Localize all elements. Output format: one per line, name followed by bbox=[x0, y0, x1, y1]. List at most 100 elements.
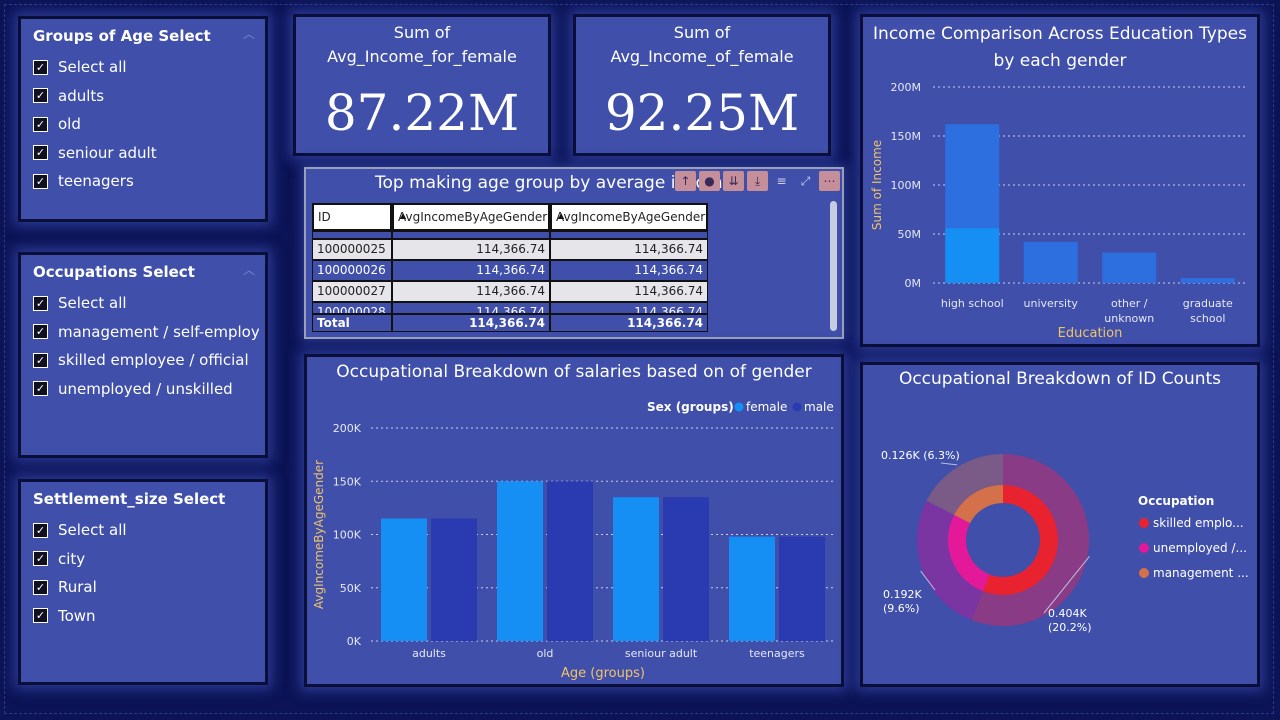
chevron-up-icon[interactable]: ︿ bbox=[243, 261, 255, 278]
visual-toolbar: ↑ ● ⇊ ⤓ ≡ ⤢ ⋯ bbox=[675, 171, 840, 191]
bar-female bbox=[381, 518, 427, 641]
y-axis-label: Sum of Income bbox=[870, 140, 884, 230]
checkbox-checked-icon[interactable]: ✓ bbox=[33, 381, 48, 397]
y-axis-label: AvgIncomeByAgeGender bbox=[312, 460, 326, 609]
age-group-table-visual[interactable]: Top making age group by average income ↑… bbox=[304, 167, 844, 339]
focus-mode-icon[interactable]: ⤢ bbox=[795, 171, 816, 191]
chevron-up-icon[interactable]: ︿ bbox=[243, 25, 255, 42]
slicer-item-town[interactable]: ✓ Town bbox=[33, 602, 259, 631]
y-tick-label: 200M bbox=[891, 81, 922, 94]
slicer-item-management[interactable]: ✓ management / self-employ... bbox=[33, 318, 259, 347]
slicer-item-select-all[interactable]: ✓ Select all bbox=[33, 53, 259, 82]
checkbox-checked-icon[interactable]: ✓ bbox=[33, 324, 48, 340]
sort-ascending-icon[interactable]: ▲ bbox=[400, 205, 406, 228]
checkbox-checked-icon[interactable]: ✓ bbox=[33, 579, 48, 595]
bar-male bbox=[547, 481, 593, 641]
vertical-scrollbar[interactable] bbox=[830, 201, 837, 331]
slicer-item-skilled[interactable]: ✓ skilled employee / official bbox=[33, 346, 259, 375]
legend-marker bbox=[734, 402, 744, 412]
slicer-item-old[interactable]: ✓ old bbox=[33, 110, 259, 139]
sort-ascending-icon[interactable]: ▲ bbox=[558, 205, 564, 228]
table-header-row: ID AvgIncomeByAgeGender ▲ AvgIncomeByAgeG… bbox=[312, 203, 710, 231]
data-label: 0.404K bbox=[1048, 607, 1087, 620]
salary-by-age-chart[interactable]: Occupational Breakdown of salaries based… bbox=[304, 354, 844, 687]
table-row[interactable]: 100000026 114,366.74 114,366.74 bbox=[312, 260, 710, 281]
checkbox-checked-icon[interactable]: ✓ bbox=[33, 59, 48, 75]
legend-label: male bbox=[804, 400, 834, 414]
education-income-chart[interactable]: Income Comparison Across Education Types… bbox=[860, 14, 1260, 347]
x-tick-label: adults bbox=[412, 647, 446, 660]
data-label: (9.6%) bbox=[883, 602, 920, 615]
kpi-card-female-income[interactable]: Sum of Avg_Income_for_female 87.22M bbox=[293, 14, 551, 156]
settlement-size-slicer[interactable]: Settlement_size Select ✓ Select all ✓ city… bbox=[18, 479, 268, 685]
bar-male bbox=[663, 497, 709, 641]
checkbox-checked-icon[interactable]: ✓ bbox=[33, 551, 48, 567]
checkbox-checked-icon[interactable]: ✓ bbox=[33, 88, 48, 104]
table-row[interactable]: 100000027 114,366.74 114,366.74 bbox=[312, 281, 710, 302]
x-tick-label: high school bbox=[941, 297, 1004, 310]
record-icon[interactable]: ● bbox=[699, 171, 720, 191]
column-header-id[interactable]: ID bbox=[312, 203, 392, 231]
slicer-item-rural[interactable]: ✓ Rural bbox=[33, 573, 259, 602]
table-row[interactable]: 100000028 114,366.74 114,366.74 bbox=[312, 302, 710, 314]
legend-label: unemployed /... bbox=[1153, 541, 1247, 555]
kpi-label-line1: Sum of bbox=[393, 23, 451, 42]
checkbox-checked-icon[interactable]: ✓ bbox=[33, 116, 48, 132]
legend-marker bbox=[1139, 518, 1149, 528]
legend-label: female bbox=[746, 400, 787, 414]
checkbox-checked-icon[interactable]: ✓ bbox=[33, 608, 48, 624]
slicer-item-seniour-adult[interactable]: ✓ seniour adult bbox=[33, 139, 259, 168]
kpi-value: 92.25M bbox=[604, 84, 800, 142]
y-tick-label: 100M bbox=[891, 179, 922, 192]
slicer-item-select-all[interactable]: ✓ Select all bbox=[33, 289, 259, 318]
kpi-label-line2: Avg_Income_for_female bbox=[327, 47, 517, 66]
age-group-slicer[interactable]: Groups of Age Select ︿ ✓ Select all ✓ adul… bbox=[18, 16, 268, 222]
kpi-label-line1: Sum of bbox=[673, 23, 731, 42]
bar-male bbox=[1023, 241, 1078, 283]
column-header-avg-income-2[interactable]: AvgIncomeByAgeGender ▲ bbox=[550, 203, 708, 231]
y-tick-label: 100K bbox=[333, 529, 362, 542]
checkbox-checked-icon[interactable]: ✓ bbox=[33, 295, 48, 311]
slicer-item-select-all[interactable]: ✓ Select all bbox=[33, 516, 259, 545]
y-tick-label: 150M bbox=[891, 130, 922, 143]
slicer-item-city[interactable]: ✓ city bbox=[33, 545, 259, 574]
filter-icon[interactable]: ≡ bbox=[771, 171, 792, 191]
data-label-leader bbox=[940, 462, 958, 466]
x-tick-label: old bbox=[537, 647, 554, 660]
occupation-id-count-chart[interactable]: Occupational Breakdown of ID Counts 0.40… bbox=[860, 362, 1260, 687]
occupation-slicer[interactable]: Occupations Select ︿ ✓ Select all ✓ manage… bbox=[18, 252, 268, 458]
table-row[interactable]: 100000025 114,366.74 114,366.74 bbox=[312, 239, 710, 260]
x-tick-label: graduate bbox=[1183, 297, 1233, 310]
x-tick-label: teenagers bbox=[749, 647, 805, 660]
checkbox-checked-icon[interactable]: ✓ bbox=[33, 522, 48, 538]
checkbox-checked-icon[interactable]: ✓ bbox=[33, 145, 48, 161]
x-axis-label: Age (groups) bbox=[561, 666, 645, 681]
kpi-value: 87.22M bbox=[324, 84, 520, 142]
more-options-icon[interactable]: ⋯ bbox=[819, 171, 840, 191]
y-tick-label: 150K bbox=[333, 475, 362, 488]
table-row-partial bbox=[312, 231, 710, 239]
arrow-up-icon[interactable]: ↑ bbox=[675, 171, 696, 191]
checkbox-checked-icon[interactable]: ✓ bbox=[33, 352, 48, 368]
legend-title: Occupation bbox=[1138, 494, 1214, 508]
double-arrow-down-icon[interactable]: ⇊ bbox=[723, 171, 744, 191]
y-tick-label: 50K bbox=[340, 582, 362, 595]
bar-female bbox=[729, 536, 775, 641]
donut-chart-svg: 0.404K(20.2%) 0.192K(9.6%) 0.126K (6.3%) Oc… bbox=[881, 449, 1249, 634]
slicer-item-teenagers[interactable]: ✓ teenagers bbox=[33, 167, 259, 196]
column-header-avg-income[interactable]: AvgIncomeByAgeGender ▲ bbox=[392, 203, 550, 231]
table-total-row: Total 114,366.74 114,366.74 bbox=[312, 314, 710, 332]
checkbox-checked-icon[interactable]: ✓ bbox=[33, 173, 48, 189]
slicer-item-unemployed[interactable]: ✓ unemployed / unskilled bbox=[33, 375, 259, 404]
legend-label: management ... bbox=[1153, 566, 1249, 580]
slicer-item-adults[interactable]: ✓ adults bbox=[33, 82, 259, 111]
legend-marker bbox=[792, 402, 802, 412]
kpi-card-female-income-2[interactable]: Sum of Avg_Income_of_female 92.25M bbox=[573, 14, 831, 156]
expand-down-icon[interactable]: ⤓ bbox=[747, 171, 768, 191]
y-tick-label: 50M bbox=[898, 228, 922, 241]
bar-female bbox=[945, 228, 1000, 283]
data-label: 0.192K bbox=[883, 588, 922, 601]
y-tick-label: 0K bbox=[347, 635, 362, 648]
bar-male bbox=[779, 536, 825, 641]
y-tick-label: 0M bbox=[905, 277, 922, 290]
